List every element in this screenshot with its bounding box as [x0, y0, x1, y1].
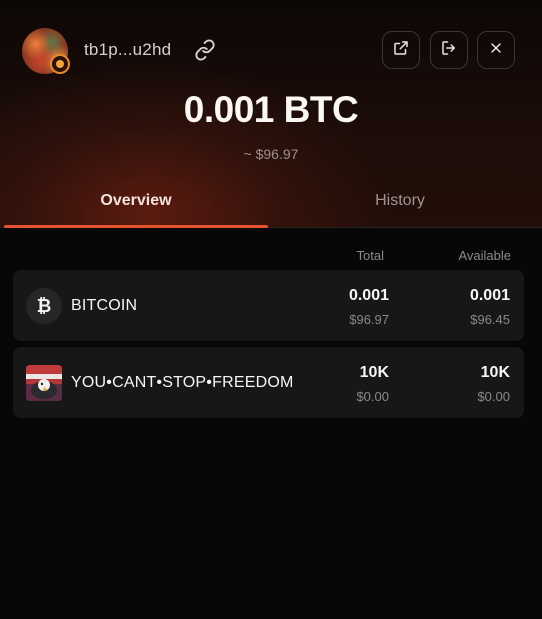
- asset-name: BITCOIN: [71, 297, 138, 314]
- column-header-available: Available: [458, 248, 511, 263]
- asset-name: YOU•CANT•STOP•FREEDOM: [71, 374, 294, 391]
- column-header-total: Total: [356, 248, 384, 263]
- logout-icon: [440, 39, 458, 62]
- wallet-panel: tb1p...u2hd 0.001 BTC ~ $96.97 Overview …: [0, 0, 542, 619]
- asset-total-usd: $96.97: [349, 312, 389, 327]
- wallet-address: tb1p...u2hd: [84, 40, 172, 59]
- asset-available-amount: 0.001: [469, 287, 510, 304]
- asset-total-amount: 0.001: [348, 287, 389, 304]
- external-link-icon: [392, 39, 410, 62]
- close-button[interactable]: [477, 31, 515, 69]
- asset-row-rune[interactable]: YOU•CANT•STOP•FREEDOM 10K $0.00 10K $0.0…: [13, 347, 524, 418]
- asset-total-amount: 10K: [359, 364, 389, 381]
- wallet-header: tb1p...u2hd: [0, 0, 542, 100]
- logout-button[interactable]: [430, 31, 468, 69]
- asset-total-usd: $0.00: [356, 389, 389, 404]
- bitcoin-icon: ₿: [26, 288, 62, 324]
- active-tab-indicator: [4, 225, 268, 228]
- balance-usd-value: ~ $96.97: [243, 146, 299, 162]
- asset-row-bitcoin[interactable]: ₿ BITCOIN 0.001 $96.97 0.001 $96.45: [13, 270, 524, 341]
- asset-available-usd: $96.45: [470, 312, 510, 327]
- tab-history[interactable]: History: [268, 182, 532, 228]
- link-icon[interactable]: [194, 39, 216, 61]
- close-icon: [488, 40, 504, 61]
- tab-bar: Overview History: [0, 182, 542, 228]
- balance-amount: 0.001 BTC: [183, 89, 359, 130]
- avatar-badge-icon: [50, 54, 70, 74]
- asset-available-amount: 10K: [480, 364, 510, 381]
- asset-available-usd: $0.00: [477, 389, 510, 404]
- rune-eagle-icon: [26, 365, 62, 401]
- tab-overview[interactable]: Overview: [4, 182, 268, 228]
- open-external-button[interactable]: [382, 31, 420, 69]
